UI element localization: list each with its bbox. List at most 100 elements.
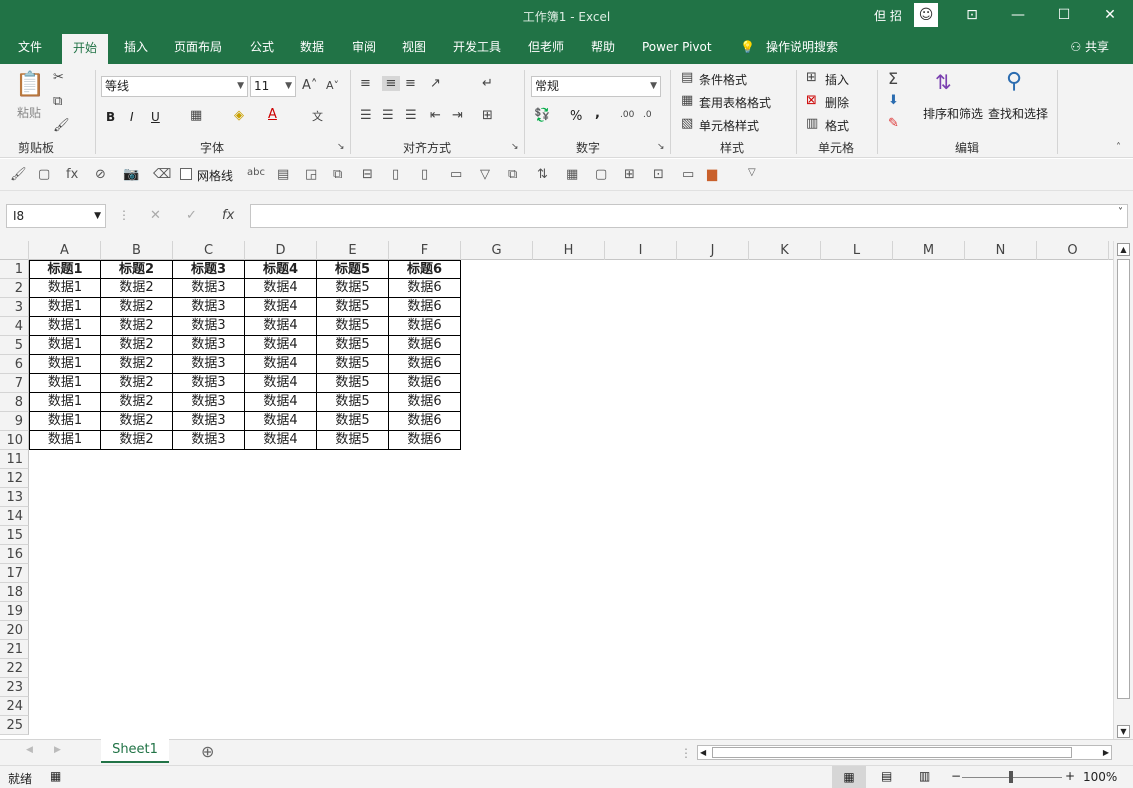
bold-button[interactable]: B bbox=[106, 110, 115, 124]
table-cell[interactable]: 数据4 bbox=[245, 374, 317, 393]
sort-icon[interactable]: ⇅ bbox=[537, 167, 548, 182]
select-all-corner[interactable] bbox=[0, 241, 29, 260]
delete-row-icon[interactable]: ⊟ bbox=[362, 167, 373, 182]
font-size-combo[interactable]: 11 ▼ bbox=[250, 76, 296, 97]
table-cell[interactable]: 数据6 bbox=[389, 298, 461, 317]
table-cell[interactable]: 数据3 bbox=[173, 317, 245, 336]
dialog-launcher-icon[interactable]: ↘ bbox=[337, 142, 345, 152]
number-format-combo[interactable]: 常规 ▼ bbox=[531, 76, 661, 97]
border-icon[interactable]: ▦ bbox=[190, 108, 202, 123]
row-header[interactable]: 24 bbox=[0, 697, 29, 716]
table-cell[interactable]: 数据6 bbox=[389, 355, 461, 374]
row-header[interactable]: 15 bbox=[0, 526, 29, 545]
table-cell[interactable]: 数据2 bbox=[101, 317, 173, 336]
insert-function-icon[interactable]: fx bbox=[222, 208, 234, 223]
horizontal-scrollbar[interactable]: ◀ ▶ bbox=[697, 745, 1112, 760]
table-cell[interactable]: 数据1 bbox=[29, 412, 101, 431]
table-cell[interactable]: 数据1 bbox=[29, 317, 101, 336]
table-cell[interactable]: 数据4 bbox=[245, 412, 317, 431]
table-cell[interactable]: 数据3 bbox=[173, 298, 245, 317]
vertical-scrollbar[interactable]: ▲ ▼ bbox=[1113, 241, 1133, 739]
tab-power-pivot[interactable]: Power Pivot bbox=[642, 32, 712, 64]
copy-icon[interactable]: ⧉ bbox=[53, 94, 62, 109]
increase-decimal-icon[interactable]: .00 bbox=[620, 110, 634, 120]
row-header[interactable]: 18 bbox=[0, 583, 29, 602]
name-box[interactable]: I8 ▼ bbox=[6, 204, 106, 228]
column-icon[interactable]: ▯ bbox=[392, 167, 399, 182]
ribbon-display-options-icon[interactable]: ⊡ bbox=[949, 0, 995, 32]
dialog-launcher-icon[interactable]: ↘ bbox=[657, 142, 665, 152]
autosum-icon[interactable]: Σ bbox=[888, 69, 898, 88]
eraser-icon[interactable]: ⌫ bbox=[153, 167, 171, 182]
table-cell[interactable]: 数据3 bbox=[173, 374, 245, 393]
table-cell[interactable]: 数据5 bbox=[317, 336, 389, 355]
row-header[interactable]: 4 bbox=[0, 317, 29, 336]
orientation-icon[interactable]: ↗ bbox=[430, 76, 441, 91]
table-cell[interactable]: 数据1 bbox=[29, 298, 101, 317]
fill-color-icon[interactable]: ◈ bbox=[234, 108, 244, 123]
cut-icon[interactable]: ✂ bbox=[53, 70, 64, 85]
table-cell[interactable]: 数据4 bbox=[245, 393, 317, 412]
row-header[interactable]: 25 bbox=[0, 716, 29, 735]
table-cell[interactable]: 数据1 bbox=[29, 431, 101, 450]
italic-button[interactable]: I bbox=[130, 110, 134, 124]
decrease-decimal-icon[interactable]: .0 bbox=[643, 110, 652, 120]
table-cell[interactable]: 数据5 bbox=[317, 393, 389, 412]
table-header-cell[interactable]: 标题1 bbox=[29, 260, 101, 279]
select-icon[interactable]: ⊡ bbox=[653, 167, 664, 182]
table-cell[interactable]: 数据3 bbox=[173, 279, 245, 298]
restore-button[interactable]: ☐ bbox=[1041, 0, 1087, 32]
table-cell[interactable]: 数据5 bbox=[317, 317, 389, 336]
row-header[interactable]: 14 bbox=[0, 507, 29, 526]
column-header[interactable]: D bbox=[245, 241, 317, 260]
function-icon[interactable]: fx bbox=[66, 167, 78, 182]
table-cell[interactable]: 数据5 bbox=[317, 279, 389, 298]
scroll-down-icon[interactable]: ▼ bbox=[1117, 725, 1130, 738]
merge-center-icon[interactable]: ⊞ bbox=[482, 108, 493, 123]
grid-icon[interactable]: ▦ bbox=[566, 167, 578, 182]
scroll-up-icon[interactable]: ▲ bbox=[1117, 243, 1130, 256]
tell-me-search[interactable]: 操作说明搜索 bbox=[766, 32, 838, 64]
align-center-icon[interactable]: ☰ bbox=[382, 108, 394, 123]
column-header[interactable]: M bbox=[893, 241, 965, 260]
paste-button[interactable]: 粘贴 bbox=[17, 104, 41, 121]
row-header[interactable]: 23 bbox=[0, 678, 29, 697]
shape-icon[interactable]: ◲ bbox=[305, 167, 317, 182]
normal-view-icon[interactable]: ▦ bbox=[832, 766, 866, 788]
table-cell[interactable]: 数据2 bbox=[101, 393, 173, 412]
gridlines-checkbox[interactable] bbox=[180, 168, 192, 180]
underline-button[interactable]: U bbox=[151, 110, 160, 124]
column-header[interactable]: N bbox=[965, 241, 1037, 260]
page-break-view-icon[interactable]: ▥ bbox=[919, 769, 930, 783]
table-cell[interactable]: 数据5 bbox=[317, 355, 389, 374]
table-cell[interactable]: 数据6 bbox=[389, 374, 461, 393]
row-header[interactable]: 2 bbox=[0, 279, 29, 298]
decrease-indent-icon[interactable]: ⇤ bbox=[430, 108, 441, 123]
decrease-font-icon[interactable]: A˅ bbox=[326, 79, 339, 92]
tab-insert[interactable]: 插入 bbox=[124, 32, 148, 64]
column-header[interactable]: E bbox=[317, 241, 389, 260]
table-cell[interactable]: 数据6 bbox=[389, 336, 461, 355]
paste-icon[interactable]: 📋 bbox=[14, 70, 46, 100]
table-header-cell[interactable]: 标题3 bbox=[173, 260, 245, 279]
tab-formulas[interactable]: 公式 bbox=[250, 32, 274, 64]
table-cell[interactable]: 数据3 bbox=[173, 431, 245, 450]
cell-styles-button[interactable]: 单元格样式 bbox=[699, 117, 759, 134]
add-sheet-icon[interactable]: ⊕ bbox=[201, 742, 214, 761]
table-cell[interactable]: 数据2 bbox=[101, 412, 173, 431]
table-cell[interactable]: 数据2 bbox=[101, 355, 173, 374]
collapse-ribbon-icon[interactable]: ˄ bbox=[1116, 142, 1121, 153]
group-icon[interactable]: ⊞ bbox=[624, 167, 635, 182]
table-cell[interactable]: 数据6 bbox=[389, 279, 461, 298]
format-cells-button[interactable]: 格式 bbox=[825, 117, 849, 134]
prev-sheet-icon[interactable]: ◀ bbox=[26, 745, 33, 755]
camera-icon[interactable]: 📷 bbox=[123, 167, 139, 182]
tab-review[interactable]: 审阅 bbox=[352, 32, 376, 64]
table-cell[interactable]: 数据5 bbox=[317, 298, 389, 317]
conditional-format-button[interactable]: 条件格式 bbox=[699, 71, 747, 88]
table-cell[interactable]: 数据5 bbox=[317, 412, 389, 431]
table-header-cell[interactable]: 标题6 bbox=[389, 260, 461, 279]
column-header[interactable]: K bbox=[749, 241, 821, 260]
clear-icon[interactable]: ✎ bbox=[888, 116, 899, 131]
scroll-left-icon[interactable]: ◀ bbox=[700, 746, 706, 759]
